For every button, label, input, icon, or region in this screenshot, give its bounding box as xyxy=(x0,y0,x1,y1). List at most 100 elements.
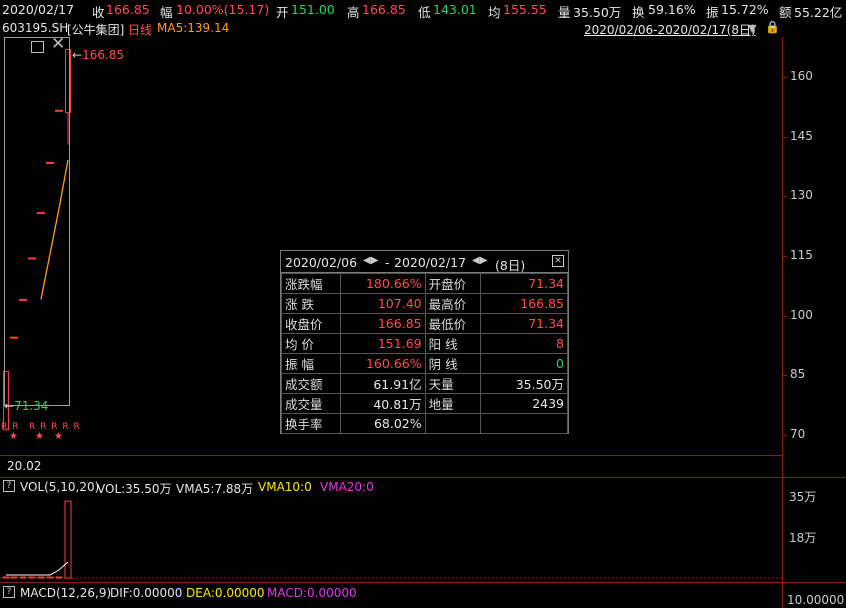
popup-label: 涨 跌 xyxy=(280,293,342,314)
price-axis-tick xyxy=(782,435,787,437)
popup-value: 71.34 xyxy=(479,313,569,334)
macd-axis: 10.00000 xyxy=(787,593,845,607)
popup-row: 收盘价 166.85 最低价 71.34 xyxy=(280,313,569,334)
price-axis-label: 100 xyxy=(790,307,813,322)
popup-value: 40.81万 xyxy=(340,393,426,414)
popup-value xyxy=(479,413,569,434)
volume-bar[interactable] xyxy=(28,576,36,579)
popup-row: 振 幅 160.66% 阴 线0 xyxy=(280,353,569,374)
popup-value: 61.91亿 xyxy=(340,373,426,394)
low-marker-value: 71.34 xyxy=(14,399,49,413)
macd-value: MACD:0.00000 xyxy=(267,586,357,600)
dif-value: DIF:0.00000 xyxy=(110,586,183,600)
popup-value: 160.66% xyxy=(340,353,426,374)
popup-label: 换手率 xyxy=(280,413,342,434)
amplitude-value: 15.72% xyxy=(721,2,769,17)
price-axis-tick xyxy=(782,255,787,257)
macd-panel-header: ? MACD(12,26,9) DIF:0.00000 DEA:0.00000 … xyxy=(0,585,800,601)
popup-value: 180.66% xyxy=(340,273,426,294)
divider-macd xyxy=(0,582,846,583)
price-axis-label: 85 xyxy=(790,367,806,382)
avg-value: 155.55 xyxy=(503,2,547,17)
ma5-legend: MA5:139.14 xyxy=(157,21,230,35)
popup-row: 换手率 68.02% xyxy=(280,413,569,434)
open-value: 151.00 xyxy=(291,2,335,17)
price-axis-label: 70 xyxy=(790,427,806,442)
high-marker-value: 166.85 xyxy=(82,48,125,62)
volume-bar[interactable] xyxy=(10,576,18,579)
popup-label: 收盘价 xyxy=(280,313,342,334)
price-axis-label: 115 xyxy=(790,247,813,262)
stock-code: 603195.SH xyxy=(2,21,69,35)
volume-chart[interactable] xyxy=(0,495,782,582)
close-value: 166.85 xyxy=(106,2,150,17)
popup-label: 地量 xyxy=(424,393,481,414)
close-selection-icon[interactable]: ✕ xyxy=(51,36,65,53)
price-axis-tick xyxy=(782,315,787,317)
volume-bar[interactable] xyxy=(2,576,10,579)
vol-panel-header: ? VOL(5,10,20) VOL:35.50万 VMA5:7.88万 VMA… xyxy=(0,479,800,496)
popup-label: 振 幅 xyxy=(280,353,342,374)
period-selector[interactable]: 日线 xyxy=(128,21,152,38)
volume-bar[interactable] xyxy=(19,576,27,579)
quote-bar: 2020/02/17 收 166.85 幅 10.00%(15.17) 开 15… xyxy=(0,0,846,20)
vol-axis-mid: 18万 xyxy=(789,531,817,545)
popup-label: 成交量 xyxy=(280,393,342,414)
popup-header: 2020/02/06 ◀▶ - 2020/02/17 ◀▶ (8日) ✕ xyxy=(281,251,568,273)
selection-range-box[interactable] xyxy=(4,37,70,406)
popup-label: 阳 线 xyxy=(424,333,481,354)
popup-row: 成交量 40.81万 地量 2439 xyxy=(280,393,569,414)
price-axis-label: 160 xyxy=(790,68,813,83)
help-icon[interactable]: ? xyxy=(3,586,15,598)
help-icon[interactable]: ? xyxy=(3,480,15,492)
popup-value: 8 xyxy=(479,333,569,354)
popup-value: 71.34 xyxy=(479,273,569,294)
popup-start-date[interactable]: 2020/02/06 xyxy=(285,255,357,270)
popup-row: 涨跌幅 180.66% 开盘价 71.34 xyxy=(280,273,569,294)
low-marker: ←71.34 xyxy=(4,399,49,413)
popup-dash: - xyxy=(385,255,390,270)
divider-vol xyxy=(0,477,846,478)
popup-label: 开盘价 xyxy=(424,273,481,294)
window-icon[interactable] xyxy=(31,41,44,53)
popup-days: (8日) xyxy=(495,258,526,273)
macd-indicator-name[interactable]: MACD(12,26,9) xyxy=(20,586,111,600)
close-popup-icon[interactable]: ✕ xyxy=(552,255,564,267)
popup-label: 均 价 xyxy=(280,333,342,354)
star-icon[interactable]: ★ xyxy=(35,431,44,442)
volume-bar[interactable] xyxy=(46,576,54,579)
popup-stats-table: 涨跌幅 180.66% 开盘价 71.34 涨 跌 107.40 最高价 166.85 收盘价 1… xyxy=(280,273,569,434)
popup-label: 最低价 xyxy=(424,313,481,334)
lock-icon[interactable]: 🔒 xyxy=(765,20,780,34)
star-icon[interactable]: ★ xyxy=(54,431,63,442)
star-icon[interactable]: ★ xyxy=(9,431,18,442)
vma5-line xyxy=(6,561,69,576)
price-axis-tick xyxy=(782,375,787,377)
chart-info-bar: 603195.SH [公牛集团] 日线 MA5:139.14 2020/02/0… xyxy=(0,19,846,37)
start-stepper-icon[interactable]: ◀▶ xyxy=(363,255,378,266)
volume-bar[interactable] xyxy=(55,576,63,579)
vol-indicator-name[interactable]: VOL(5,10,20) xyxy=(20,480,99,494)
popup-value: 151.69 xyxy=(340,333,426,354)
price-axis-label: 130 xyxy=(790,188,813,203)
end-stepper-icon[interactable]: ◀▶ xyxy=(472,255,487,266)
popup-row: 涨 跌 107.40 最高价 166.85 xyxy=(280,293,569,314)
interval-stats-popup: 2020/02/06 ◀▶ - 2020/02/17 ◀▶ (8日) ✕ 涨跌幅… xyxy=(280,250,569,434)
vol-axis-top: 35万 xyxy=(789,490,817,504)
dropdown-arrow-icon[interactable]: ▼ xyxy=(748,22,756,35)
crosshair-value: 20.02 xyxy=(7,459,42,473)
popup-label: 天量 xyxy=(424,373,481,394)
popup-label xyxy=(424,413,481,434)
high-value: 166.85 xyxy=(362,2,406,17)
popup-value: 68.02% xyxy=(340,413,426,434)
volume-bar[interactable] xyxy=(37,576,45,579)
popup-value: 166.85 xyxy=(479,293,569,314)
popup-label: 阴 线 xyxy=(424,353,481,374)
popup-end-date[interactable]: 2020/02/17 xyxy=(394,255,466,270)
popup-label: 最高价 xyxy=(424,293,481,314)
popup-value: 35.50万 xyxy=(479,373,569,394)
volume-bar[interactable] xyxy=(64,500,72,579)
date-range[interactable]: 2020/02/06-2020/02/17(8日) xyxy=(584,21,756,38)
price-axis-tick xyxy=(782,196,787,198)
popup-value: 0 xyxy=(479,353,569,374)
